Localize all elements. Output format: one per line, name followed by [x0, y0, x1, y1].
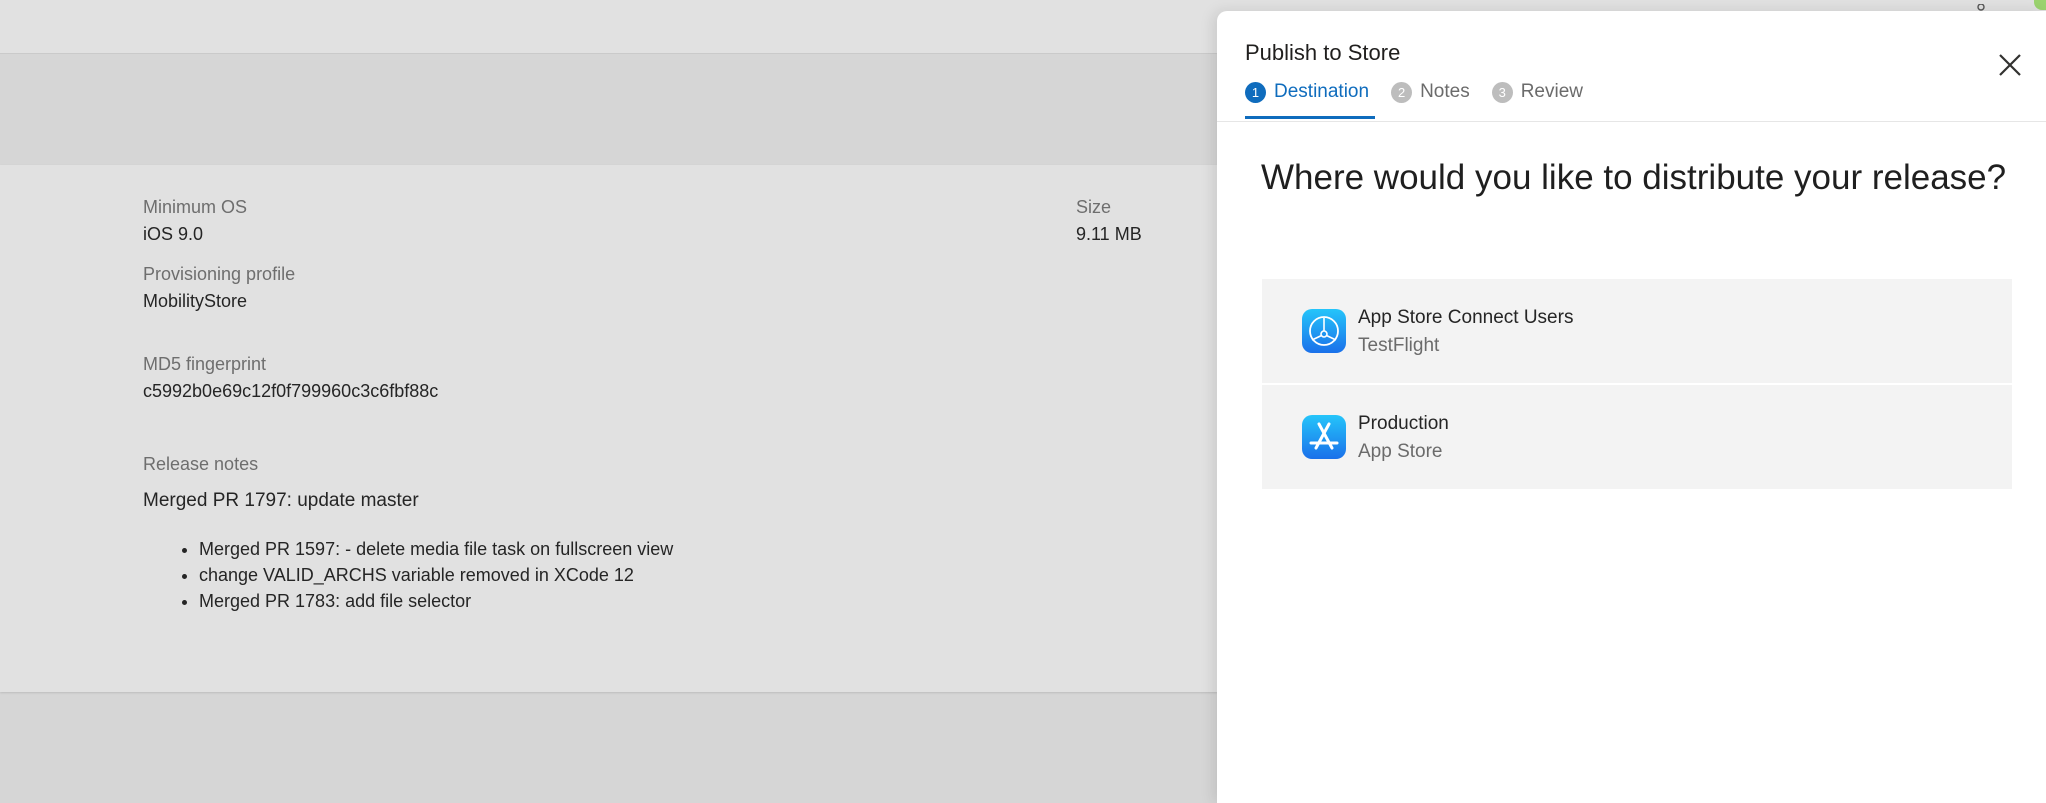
close-icon[interactable]: [1996, 51, 2024, 79]
size-value: 9.11 MB: [1076, 224, 1142, 244]
step-label: Review: [1520, 81, 1584, 102]
panel-title: Publish to Store: [1245, 40, 1401, 65]
wizard-steps: 1 Destination 2 Notes 3 Review: [1245, 73, 1605, 113]
publish-to-store-panel: Publish to Store 1 Destination 2 Notes 3…: [1217, 11, 2046, 803]
step-label: Destination: [1274, 81, 1370, 102]
release-notes-label: Release notes: [143, 454, 259, 474]
step-number: 3: [1491, 81, 1513, 103]
md5-fingerprint-value: c5992b0e69c12f0f799960c3c6fbf88c: [143, 381, 439, 401]
testflight-icon: [1302, 309, 1346, 353]
tab-review[interactable]: 3 Review: [1491, 73, 1584, 111]
md5-fingerprint-label: MD5 fingerprint: [143, 354, 267, 374]
option-title: Production: [1358, 413, 1449, 434]
option-subtitle: App Store: [1358, 441, 1443, 462]
minimum-os-value: iOS 9.0: [143, 224, 204, 244]
option-title: App Store Connect Users: [1358, 307, 1574, 328]
active-step-indicator: [1245, 116, 1375, 119]
release-note-item: Merged PR 1597: - delete media file task…: [199, 536, 673, 562]
provisioning-profile-value: MobilityStore: [143, 291, 248, 311]
minimum-os-label: Minimum OS: [143, 197, 248, 217]
app-store-icon: [1302, 415, 1346, 459]
step-label: Notes: [1420, 81, 1470, 102]
tab-notes[interactable]: 2 Notes: [1391, 73, 1470, 111]
tab-destination[interactable]: 1 Destination: [1245, 73, 1369, 111]
option-subtitle: TestFlight: [1358, 335, 1440, 356]
provisioning-profile-label: Provisioning profile: [143, 264, 296, 284]
release-notes-list: Merged PR 1597: - delete media file task…: [150, 536, 673, 614]
release-note-item: change VALID_ARCHS variable removed in X…: [199, 562, 673, 588]
panel-divider: [1217, 121, 2046, 122]
option-production[interactable]: Production App Store: [1262, 385, 2012, 489]
option-app-store-connect-users[interactable]: App Store Connect Users TestFlight: [1262, 279, 2012, 383]
distribution-heading: Where would you like to distribute your …: [1261, 158, 2007, 197]
release-notes-title: Merged PR 1797: update master: [143, 490, 419, 511]
release-note-item: Merged PR 1783: add file selector: [199, 588, 673, 614]
step-number: 1: [1245, 81, 1266, 103]
step-number: 2: [1391, 81, 1413, 103]
size-label: Size: [1076, 197, 1112, 217]
